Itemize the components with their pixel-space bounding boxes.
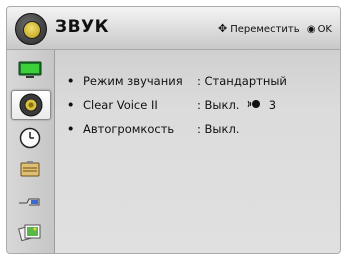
- menu-content: • Режим звучания : Стандартный • Clear V…: [55, 50, 340, 253]
- sidebar-item-media[interactable]: [11, 218, 49, 246]
- tv-screen-icon: [18, 61, 42, 78]
- hint-move-label: Переместить: [230, 24, 300, 35]
- menu-row-sound-mode[interactable]: • Режим звучания : Стандартный: [67, 72, 287, 90]
- toolbox-icon: [20, 161, 40, 177]
- menu-title: ЗВУК: [55, 17, 110, 37]
- hint-ok-label: OK: [317, 24, 332, 35]
- sidebar-item-options[interactable]: [11, 155, 49, 183]
- row-bullet: •: [67, 98, 75, 112]
- row-label: Режим звучания: [83, 74, 183, 88]
- input-plug-icon: [19, 198, 40, 206]
- row-value: : Стандартный: [197, 74, 287, 88]
- voice-icon: [247, 100, 261, 108]
- menu-row-clear-voice[interactable]: • Clear Voice II : Выкл. 3: [67, 96, 276, 114]
- sidebar-item-sound[interactable]: [11, 90, 51, 120]
- sidebar-item-picture[interactable]: [11, 56, 49, 84]
- row-value: : Выкл.: [197, 98, 240, 112]
- row-label: Автогромкость: [83, 122, 175, 136]
- sound-menu-panel: ЗВУК ✥ Переместить ◉ OK • Режим звучания…: [6, 6, 341, 254]
- clock-icon: [19, 127, 41, 149]
- photo-media-icon: [18, 224, 41, 242]
- navigation-hint: ✥ Переместить ◉ OK: [218, 22, 332, 35]
- speaker-icon: [15, 13, 47, 45]
- row-value-group: : Выкл. 3: [197, 98, 276, 112]
- sidebar-item-input[interactable]: [11, 187, 49, 215]
- row-label: Clear Voice II: [83, 98, 158, 112]
- category-sidebar: [7, 50, 55, 253]
- screen: ЗВУК ✥ Переместить ◉ OK • Режим звучания…: [0, 0, 345, 263]
- row-value: : Выкл.: [197, 122, 240, 136]
- speaker-icon: [19, 93, 43, 117]
- menu-row-auto-volume[interactable]: • Автогромкость : Выкл.: [67, 120, 239, 138]
- voice-level: 3: [268, 98, 277, 112]
- row-bullet: •: [67, 122, 75, 136]
- sidebar-item-time[interactable]: [11, 124, 49, 152]
- menu-header: ЗВУК ✥ Переместить ◉ OK: [7, 7, 340, 50]
- row-bullet: •: [67, 74, 75, 88]
- ok-button-icon: ◉: [306, 24, 316, 35]
- move-arrows-icon: ✥: [218, 22, 228, 35]
